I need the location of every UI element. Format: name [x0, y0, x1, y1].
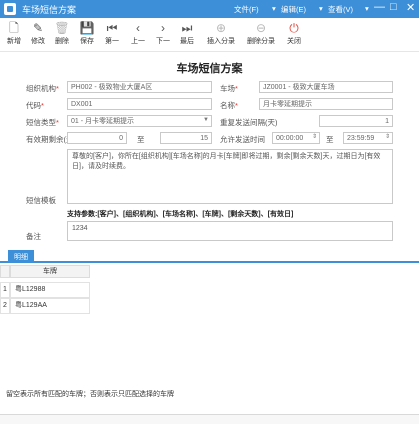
- prev-icon: ‹: [136, 21, 140, 35]
- insert-row-label: 插入分录: [207, 38, 235, 45]
- insert-row-icon: ⊕: [215, 21, 227, 35]
- name-field[interactable]: 月卡零延期提示: [259, 98, 393, 110]
- delete-button[interactable]: 🗑 删除: [48, 21, 76, 51]
- code-label-text: 代码: [26, 101, 41, 110]
- app-logo-icon: [4, 3, 16, 15]
- org-label-text: 组织机构: [26, 84, 56, 93]
- repeat-label: 重复发送间隔(天): [220, 118, 278, 127]
- required-mark: *: [41, 101, 44, 110]
- valid-to-field[interactable]: 15: [160, 132, 212, 144]
- valid-to-label: 至: [137, 135, 145, 144]
- code-label: 代码*: [26, 100, 44, 111]
- table-row-plate[interactable]: 粤L12988: [10, 282, 90, 298]
- org-value: PH002 - 极致物业大厦A区: [71, 84, 153, 91]
- remark-textarea[interactable]: 1234: [67, 221, 393, 241]
- required-mark: *: [56, 118, 59, 127]
- template-textarea[interactable]: 尊敬的[客户]，你所在[组织机构][车场名称]的月卡[车牌]即将过期，剩余[剩余…: [67, 149, 393, 204]
- remark-value: 1234: [72, 225, 88, 232]
- delete-row-icon: ⊖: [255, 21, 267, 35]
- type-value: 01 - 月卡零延期提示: [71, 118, 135, 125]
- last-icon: ⏭: [181, 21, 193, 35]
- remark-label: 备注: [26, 232, 41, 241]
- menu-file[interactable]: 文件(F): [234, 4, 259, 15]
- row-number-header: [0, 265, 10, 278]
- menu-edit[interactable]: 编辑(E): [281, 4, 306, 15]
- repeat-value: 1: [385, 118, 389, 125]
- last-label: 最后: [180, 38, 194, 45]
- repeat-field[interactable]: 1: [319, 115, 393, 127]
- chevron-down-icon: ▾: [272, 4, 276, 13]
- required-mark: *: [56, 84, 59, 93]
- insert-row-button[interactable]: ⊕ 插入分录: [206, 21, 236, 51]
- time-to-field[interactable]: 23:59:59 ⇕: [343, 132, 393, 144]
- first-icon: ⏮: [106, 21, 118, 35]
- lot-label-text: 车场: [220, 84, 235, 93]
- table-row-plate[interactable]: 粤L129AA: [10, 298, 90, 314]
- last-button[interactable]: ⏭ 最后: [173, 21, 201, 51]
- status-bar: [0, 414, 419, 424]
- org-field[interactable]: PH002 - 极致物业大厦A区: [67, 81, 212, 93]
- row-index: 1: [0, 282, 10, 298]
- type-label: 短信类型*: [26, 117, 59, 128]
- detail-grid: 车牌 1 粤L12988 2 粤L129AA: [0, 265, 419, 385]
- window-title: 车场短信方案: [22, 5, 77, 15]
- maximize-button[interactable]: □: [390, 1, 397, 13]
- code-field[interactable]: DX001: [67, 98, 212, 110]
- params-hint: 支持参数:[客户]、[组织机构]、[车场名称]、[车牌]、[剩余天数]、[有效日…: [67, 211, 294, 218]
- time-label: 允许发送时间: [220, 135, 265, 144]
- menu-view[interactable]: 查看(V): [328, 4, 353, 15]
- name-label-text: 名称: [220, 101, 235, 110]
- delete-row-label: 删除分录: [247, 38, 275, 45]
- form-title: 车场短信方案: [176, 63, 243, 75]
- save-label: 保存: [80, 38, 94, 45]
- code-value: DX001: [71, 101, 93, 108]
- first-label: 第一: [105, 38, 119, 45]
- lot-value: JZ0001 - 极致大厦车场: [263, 84, 335, 91]
- lot-label: 车场*: [220, 83, 238, 94]
- time-from-field[interactable]: 00:00:00 ⇕: [272, 132, 320, 144]
- close-label: 关闭: [287, 38, 301, 45]
- prev-button[interactable]: ‹ 上一: [124, 21, 152, 51]
- delete-row-button[interactable]: ⊖ 删除分录: [246, 21, 276, 51]
- toolbar: 🗋 新增 ✎ 修改 🗑 删除 💾 保存 ⏮ 第一 ‹ 上一 › 下一 ⏭ 最后 …: [0, 18, 419, 52]
- required-mark: *: [235, 84, 238, 93]
- chevron-down-icon: ▾: [365, 4, 369, 13]
- detail-tabbar: 明细: [0, 250, 419, 263]
- minimize-button[interactable]: —: [374, 1, 385, 13]
- valid-to-value: 15: [200, 135, 208, 142]
- template-text: 尊敬的[客户]，你所在[组织机构][车场名称]的月卡[车牌]即将过期，剩余[剩余…: [72, 153, 381, 170]
- name-label: 名称*: [220, 100, 238, 111]
- time-from-value: 00:00:00: [276, 135, 304, 142]
- footnote: 留空表示所有匹配的车牌；否则表示只匹配选择的车牌: [6, 391, 174, 398]
- plate-column-header[interactable]: 车牌: [10, 265, 90, 278]
- type-select[interactable]: 01 - 月卡零延期提示 ▼: [67, 115, 212, 127]
- tab-detail[interactable]: 明细: [8, 250, 34, 263]
- time-to-label: 至: [326, 135, 334, 144]
- lot-field[interactable]: JZ0001 - 极致大厦车场: [259, 81, 393, 93]
- first-button[interactable]: ⏮ 第一: [98, 21, 126, 51]
- save-icon: 💾: [79, 21, 95, 35]
- stepper-icon: ⇕: [311, 134, 317, 140]
- valid-from-field[interactable]: 0: [67, 132, 127, 144]
- title-bar: 车场短信方案 文件(F) ▾ 编辑(E) ▾ 查看(V) ▾ — □ ✕: [0, 0, 419, 18]
- name-value: 月卡零延期提示: [263, 101, 312, 108]
- chevron-down-icon: ▼: [203, 117, 209, 123]
- chevron-down-icon: ▾: [319, 4, 323, 13]
- save-button[interactable]: 💾 保存: [73, 21, 101, 51]
- power-icon: ⏻: [289, 21, 299, 35]
- stepper-icon: ⇕: [384, 134, 390, 140]
- row-index: 2: [0, 298, 10, 314]
- required-mark: *: [235, 101, 238, 110]
- close-button[interactable]: ⏻ 关闭: [280, 21, 308, 51]
- delete-label: 删除: [55, 38, 69, 45]
- org-label: 组织机构*: [26, 83, 59, 94]
- type-label-text: 短信类型: [26, 118, 56, 127]
- prev-label: 上一: [131, 38, 145, 45]
- close-window-button[interactable]: ✕: [406, 1, 415, 14]
- valid-from-value: 0: [119, 135, 123, 142]
- template-label: 短信模板: [26, 196, 56, 205]
- time-to-value: 23:59:59: [347, 135, 375, 142]
- trash-icon: 🗑: [54, 21, 70, 35]
